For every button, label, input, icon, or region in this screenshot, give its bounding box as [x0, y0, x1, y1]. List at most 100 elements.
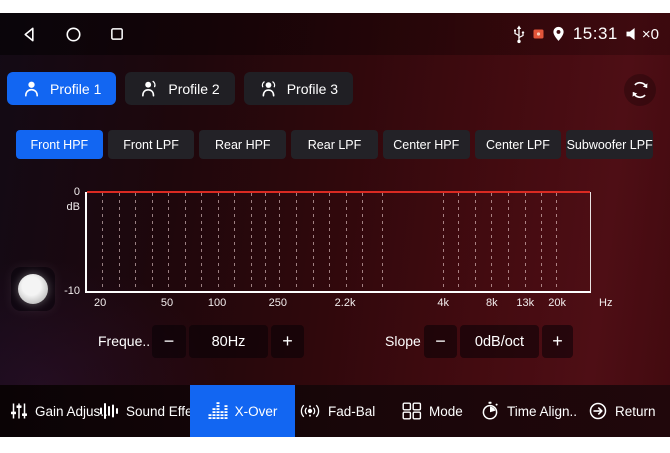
filter-tab-label: Rear HPF: [215, 138, 271, 152]
profile-1-tab[interactable]: Profile 1: [7, 72, 116, 105]
gridline: [491, 193, 492, 291]
response-curve: [87, 191, 590, 193]
sim-card-icon: [533, 29, 544, 39]
reset-button[interactable]: [624, 74, 656, 106]
nav-return[interactable]: Return: [588, 385, 656, 437]
profile-2-tab[interactable]: Profile 2: [125, 72, 234, 105]
x-axis-tick-label: 13k: [516, 297, 534, 309]
gridline: [201, 193, 202, 291]
nav-label: X-Over: [235, 404, 278, 419]
gridline: [458, 193, 459, 291]
gridline: [265, 193, 266, 291]
gridline: [329, 193, 330, 291]
x-axis-tick-label: 50: [161, 297, 173, 309]
x-over-icon: [208, 402, 228, 420]
gridline: [508, 193, 509, 291]
slope-value: 0dB/oct: [460, 325, 539, 358]
nav-label: Gain Adjus..: [35, 404, 108, 419]
gridline: [152, 193, 153, 291]
person-3-icon: [259, 79, 278, 98]
volume-level: ×0: [642, 26, 659, 43]
nav-gain-adjust[interactable]: Gain Adjus..: [10, 385, 108, 437]
status-icons: 15:31 ×0: [512, 13, 659, 55]
tab-rear-lpf[interactable]: Rear LPF: [291, 130, 378, 159]
x-axis-unit-label: Hz: [599, 297, 612, 309]
time-align-icon: [480, 401, 500, 421]
volume-muted-indicator: ×0: [625, 26, 659, 43]
frequency-plus-button[interactable]: +: [271, 325, 304, 358]
android-nav-buttons: [21, 13, 125, 55]
profile-tab-label: Profile 3: [287, 81, 338, 97]
gridline: [525, 193, 526, 291]
tab-subwoofer-lpf[interactable]: Subwoofer LPF: [566, 130, 653, 159]
fad-bal-icon: [299, 402, 321, 420]
head-unit-screen: 15:31 ×0 Profile 1 Profile 2 Profile 3: [0, 13, 670, 437]
tab-rear-hpf[interactable]: Rear HPF: [199, 130, 286, 159]
mode-icon: [402, 402, 422, 420]
gridline: [556, 193, 557, 291]
nav-x-over[interactable]: X-Over: [190, 385, 295, 437]
gridline: [135, 193, 136, 291]
sound-effects-icon: [99, 402, 119, 420]
x-axis-tick-label: 2.2k: [335, 297, 356, 309]
return-icon: [588, 401, 608, 421]
filter-tab-label: Front LPF: [123, 138, 179, 152]
tab-center-hpf[interactable]: Center HPF: [383, 130, 470, 159]
nav-mode[interactable]: Mode: [402, 385, 463, 437]
x-axis-tick-label: 20: [94, 297, 106, 309]
filter-tab-label: Front HPF: [31, 138, 89, 152]
clock: 15:31: [573, 24, 618, 44]
person-2-icon: [140, 79, 159, 98]
gridline: [346, 193, 347, 291]
gridline: [475, 193, 476, 291]
frequency-label: Freque..: [98, 325, 150, 358]
home-icon[interactable]: [65, 26, 82, 43]
nav-time-align[interactable]: Time Align..: [480, 385, 577, 437]
gridline: [382, 193, 383, 291]
gridline: [443, 193, 444, 291]
frequency-minus-button[interactable]: −: [152, 325, 186, 358]
tab-front-lpf[interactable]: Front LPF: [108, 130, 195, 159]
gridline: [251, 193, 252, 291]
nav-label: Mode: [429, 404, 463, 419]
knob-icon: [18, 274, 48, 304]
crossover-filter-tabs: Front HPF Front LPF Rear HPF Rear LPF Ce…: [16, 130, 653, 159]
profile-tab-label: Profile 1: [50, 81, 101, 97]
x-axis-tick-label: 100: [208, 297, 226, 309]
x-axis-tick-label: 20k: [548, 297, 566, 309]
nav-label: Time Align..: [507, 404, 577, 419]
profile-tabs: Profile 1 Profile 2 Profile 3: [7, 72, 353, 105]
x-axis-tick-label: 250: [269, 297, 287, 309]
filter-tab-label: Center HPF: [393, 138, 459, 152]
gridline: [541, 193, 542, 291]
gridline: [168, 193, 169, 291]
y-axis-bottom-label: -10: [58, 285, 80, 297]
tab-center-lpf[interactable]: Center LPF: [475, 130, 562, 159]
refresh-icon: [629, 79, 651, 101]
nav-label: Return: [615, 404, 656, 419]
nav-label: Fad-Bal: [328, 404, 375, 419]
location-icon: [551, 25, 566, 43]
bottom-nav-bar: Gain Adjus.. Sound Effe..: [0, 385, 670, 437]
gridline: [119, 193, 120, 291]
filter-tab-label: Subwoofer LPF: [567, 138, 653, 152]
gridline: [362, 193, 363, 291]
slope-minus-button[interactable]: −: [424, 325, 457, 358]
y-axis-top-label: 0: [58, 186, 80, 198]
gridline: [313, 193, 314, 291]
filter-tab-label: Center LPF: [486, 138, 550, 152]
tab-front-hpf[interactable]: Front HPF: [16, 130, 103, 159]
gridline: [296, 193, 297, 291]
floating-assist-button[interactable]: [11, 267, 55, 311]
recents-icon[interactable]: [109, 26, 125, 42]
gridline: [234, 193, 235, 291]
nav-fad-bal[interactable]: Fad-Bal: [299, 385, 375, 437]
gridline: [185, 193, 186, 291]
x-axis-tick-label: 8k: [486, 297, 498, 309]
nav-label: Sound Effe..: [126, 404, 200, 419]
nav-sound-effects[interactable]: Sound Effe..: [99, 385, 200, 437]
y-axis-unit-label: dB: [58, 201, 80, 213]
back-icon[interactable]: [21, 26, 38, 43]
slope-plus-button[interactable]: +: [542, 325, 573, 358]
profile-3-tab[interactable]: Profile 3: [244, 72, 353, 105]
